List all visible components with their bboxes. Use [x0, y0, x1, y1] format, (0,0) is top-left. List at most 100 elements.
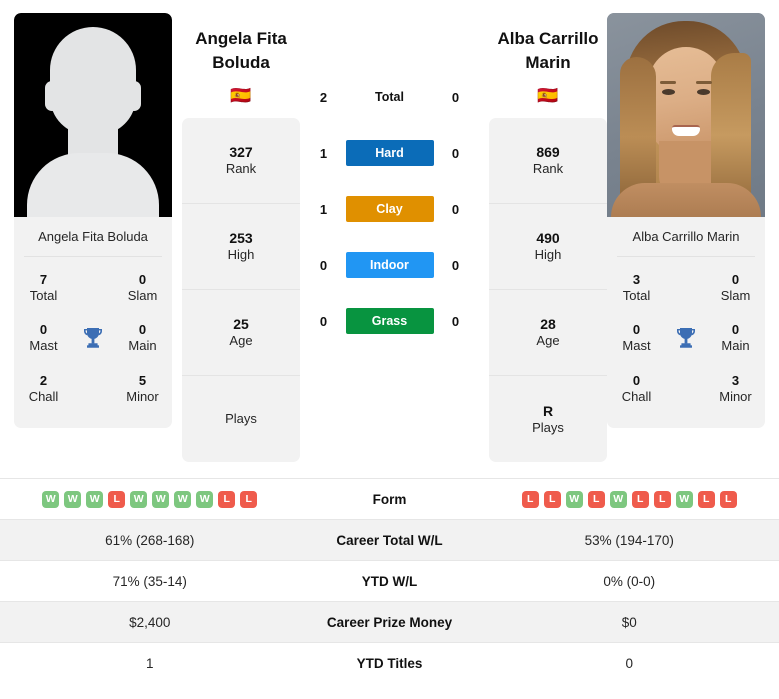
- h2h-label-clay: Clay: [345, 196, 435, 222]
- h2h-left-indoor: 0: [319, 257, 328, 273]
- right-titles-chall: 0 Chall: [621, 372, 652, 404]
- form-chip-loss[interactable]: L: [719, 490, 737, 508]
- portrait-brow-left-icon: [660, 81, 676, 84]
- portrait-mouth-icon: [672, 125, 700, 136]
- h2h-label-indoor: Indoor: [345, 252, 435, 278]
- left-titles-main: 0 Main: [128, 322, 157, 354]
- left-player-titles-grid: 7 Total 0 Slam 0 Mast 0 Main 2 Chall 5 M…: [14, 257, 172, 429]
- form-chip-win[interactable]: W: [42, 490, 60, 508]
- h2h-row-clay: 1 Clay 0: [300, 181, 479, 237]
- h2h-left-hard: 1: [319, 145, 328, 161]
- form-chip-loss[interactable]: L: [631, 490, 649, 508]
- right-stat-age: 28 Age: [489, 290, 607, 377]
- comparison-table: W W W L W W W W L L Form L L W L W L L W L L 61% (268-168) Car…: [0, 478, 779, 684]
- left-player-flag-icon: 🇪🇸: [230, 86, 252, 106]
- row-label: YTD W/L: [299, 560, 480, 602]
- right-titles-minor: 3 Minor: [719, 372, 752, 404]
- portrait-shoulder-icon: [611, 183, 761, 217]
- form-chip-loss[interactable]: L: [587, 490, 605, 508]
- right-value-cell: 0% (0-0): [479, 560, 779, 602]
- h2h-label-grass: Grass: [345, 308, 435, 334]
- left-titles-mast: 0 Mast: [29, 322, 58, 354]
- right-stat-rank: 869 Rank: [489, 118, 607, 205]
- form-chip-win[interactable]: W: [675, 490, 693, 508]
- form-chip-win[interactable]: W: [152, 490, 170, 508]
- right-player-name[interactable]: Alba Carrillo Marin: [489, 13, 607, 75]
- h2h-row-hard: 1 Hard 0: [300, 125, 479, 181]
- form-chip-loss[interactable]: L: [653, 490, 671, 508]
- left-value-cell: 1: [0, 642, 300, 684]
- left-stat-high: 253 High: [182, 204, 300, 291]
- portrait-eye-right-icon: [697, 89, 710, 95]
- form-chip-loss[interactable]: L: [521, 490, 539, 508]
- form-chip-win[interactable]: W: [609, 490, 627, 508]
- surface-badge-clay[interactable]: Clay: [345, 196, 434, 222]
- h2h-right-grass: 0: [451, 313, 460, 329]
- form-chip-win[interactable]: W: [196, 490, 214, 508]
- right-form-cell: LLWLWLLWLL: [479, 478, 779, 520]
- left-stat-rank: 327 Rank: [182, 118, 300, 205]
- left-titles-minor: 5 Minor: [126, 372, 159, 404]
- h2h-right-hard: 0: [451, 145, 460, 161]
- left-player-photo: [14, 13, 172, 217]
- h2h-left-grass: 0: [319, 313, 328, 329]
- silhouette-body-icon: [27, 153, 159, 217]
- form-chip-win[interactable]: W: [174, 490, 192, 508]
- h2h-right-clay: 0: [451, 201, 460, 217]
- player-comparison-page: Angela Fita Boluda 7 Total 0 Slam 0 Mast: [0, 0, 779, 699]
- left-player-card[interactable]: Angela Fita Boluda 7 Total 0 Slam 0 Mast: [14, 13, 172, 429]
- right-titles-mast: 0 Mast: [622, 322, 651, 354]
- left-stat-age: 25 Age: [182, 290, 300, 377]
- top-comparison-area: Angela Fita Boluda 7 Total 0 Slam 0 Mast: [0, 0, 779, 478]
- surface-badge-hard[interactable]: Hard: [345, 140, 434, 166]
- portrait-eye-left-icon: [662, 89, 675, 95]
- right-value-cell: 53% (194-170): [479, 519, 779, 561]
- h2h-label-hard: Hard: [345, 140, 435, 166]
- surface-badge-grass[interactable]: Grass: [345, 308, 434, 334]
- left-value-cell: 71% (35-14): [0, 560, 300, 602]
- right-stat-high: 490 High: [489, 204, 607, 291]
- left-form-cell: WWWLWWWWLL: [0, 478, 300, 520]
- form-chip-win[interactable]: W: [86, 490, 104, 508]
- form-chip-win[interactable]: W: [565, 490, 583, 508]
- head-to-head-column: 2 Total 0 1 Hard 0 1 Clay 0 0 Indoor 0 0…: [300, 13, 479, 349]
- right-player-photo: [607, 13, 765, 217]
- right-titles-main: 0 Main: [721, 322, 750, 354]
- table-row: $2,400 Career Prize Money $0: [0, 601, 779, 643]
- form-chip-win[interactable]: W: [130, 490, 148, 508]
- form-chip-loss[interactable]: L: [543, 490, 561, 508]
- row-label: Career Prize Money: [299, 601, 480, 643]
- trophy-icon: [73, 326, 113, 350]
- h2h-row-indoor: 0 Indoor 0: [300, 237, 479, 293]
- form-chip-loss[interactable]: L: [218, 490, 236, 508]
- surface-badge-indoor[interactable]: Indoor: [345, 252, 434, 278]
- right-titles-slam: 0 Slam: [720, 271, 751, 303]
- left-stat-box: 327 Rank 253 High 25 Age Plays: [182, 118, 300, 463]
- silhouette-head-icon: [50, 27, 136, 135]
- row-label: YTD Titles: [299, 642, 480, 684]
- left-stat-plays: Plays: [225, 410, 257, 426]
- table-row: 71% (35-14) YTD W/L 0% (0-0): [0, 560, 779, 602]
- right-titles-total: 3 Total: [622, 271, 651, 303]
- form-chip-loss[interactable]: L: [697, 490, 715, 508]
- h2h-right-total: 0: [451, 89, 460, 105]
- form-chip-win[interactable]: W: [64, 490, 82, 508]
- h2h-row-grass: 0 Grass 0: [300, 293, 479, 349]
- form-chip-loss[interactable]: L: [108, 490, 126, 508]
- right-player-card[interactable]: Alba Carrillo Marin 3 Total 0 Slam 0 Mas…: [607, 13, 765, 429]
- right-player-titles-grid: 3 Total 0 Slam 0 Mast 0 Main 0 Chall 3 M…: [607, 257, 765, 429]
- left-titles-chall: 2 Chall: [28, 372, 59, 404]
- right-stat-box: 869 Rank 490 High 28 Age R Plays: [489, 118, 607, 463]
- row-label: Form: [299, 478, 480, 520]
- table-row: W W W L W W W W L L Form L L W L W L L W L L: [0, 478, 779, 520]
- h2h-label-total: Total: [375, 90, 404, 104]
- form-chip-loss[interactable]: L: [240, 490, 258, 508]
- h2h-row-total: 2 Total 0: [300, 69, 479, 125]
- left-value-cell: $2,400: [0, 601, 300, 643]
- left-player-name[interactable]: Angela Fita Boluda: [182, 13, 300, 75]
- left-form-list: WWWLWWWWLL: [0, 490, 300, 508]
- right-player-stats-column: Alba Carrillo Marin 🇪🇸 869 Rank 490 High…: [489, 13, 607, 463]
- silhouette-ear-left-icon: [45, 81, 59, 111]
- silhouette-ear-right-icon: [127, 81, 141, 111]
- left-value-cell: 61% (268-168): [0, 519, 300, 561]
